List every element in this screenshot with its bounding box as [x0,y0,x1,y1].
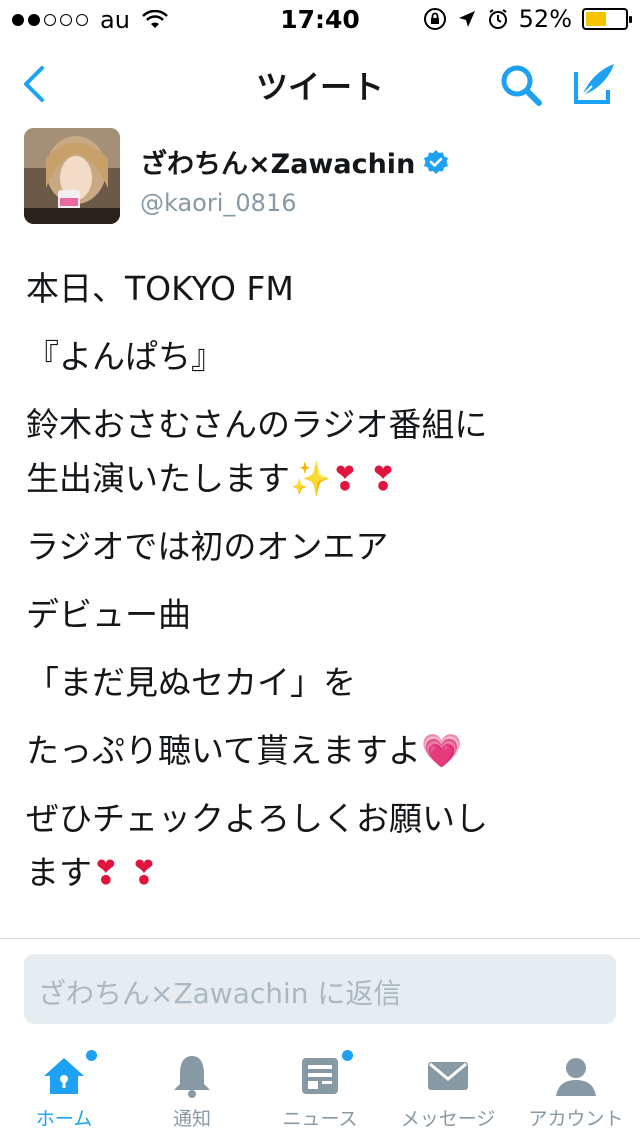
sparkles-emoji-icon: ✨ [290,459,332,498]
author-name-row: ざわちん×Zawachin [140,142,449,181]
tweet-line: 『よんぱち』 [26,337,224,376]
tab-label: アカウント [528,1108,624,1130]
location-arrow-icon [458,11,475,27]
status-right: 52% [423,5,632,33]
tweet-detail-screen: au 17:40 52% ツイート ざわちん×Zawachin @kaori_0… [0,0,640,1136]
avatar[interactable] [24,128,120,224]
heart-exclamation-emoji-icon: ❣ [331,459,359,498]
heart-exclamation-emoji-icon: ❣ [92,853,120,892]
tab-messages[interactable]: メッセージ [384,1036,512,1136]
bell-icon [174,1056,210,1098]
tweet-line: ラジオでは初のオンエア [26,527,389,566]
author-name[interactable]: ざわちん×Zawachin [140,142,415,181]
navigation-bar: ツイート [0,40,640,128]
tab-label: ニュース [282,1108,358,1130]
heart-exclamation-emoji-icon: ❣ [369,459,397,498]
tab-badge-dot [342,1050,353,1061]
page-title: ツイート [255,68,384,106]
battery-icon [582,8,632,30]
growing-heart-emoji-icon: 💗 [421,731,463,770]
author-info: ざわちん×Zawachin @kaori_0816 [140,142,449,217]
tweet-author-header[interactable]: ざわちん×Zawachin @kaori_0816 [24,128,616,228]
battery-percent: 52% [518,5,572,33]
reply-input[interactable]: ざわちん×Zawachin に返信 [24,954,616,1024]
tweet-line-text: たっぷり聴いて貰えますよ [26,731,422,770]
tweet-line: ぜひチェックよろしくお願いし [26,799,488,838]
tweet-line: デビュー曲 [26,595,191,634]
tweet-text: 本日、TOKYO FM 『よんぱち』 鈴木おさむさんのラジオ番組に 生出演いたし… [26,262,614,900]
tab-label: メッセージ [400,1108,496,1130]
tab-notifications[interactable]: 通知 [128,1036,256,1136]
tab-label: 通知 [172,1108,211,1130]
tweet-line: たっぷり聴いて貰えますよ💗 [26,724,614,778]
envelope-icon [428,1062,468,1090]
tweet-line-text: 生出演いたします [26,459,290,498]
tweet-line: 「まだ見ぬセカイ」を [26,663,356,702]
rotation-lock-icon [423,8,446,30]
divider [0,938,640,939]
home-icon [44,1058,84,1094]
news-icon [302,1058,338,1094]
verified-badge-icon [424,149,449,174]
tab-account[interactable]: アカウント [512,1036,640,1136]
tweet-line-text: ます [26,853,92,892]
compose-tweet-icon[interactable] [570,60,618,108]
tab-bar: ホーム 通知 ニュース メッセージ アカウント [0,1036,640,1136]
tab-news[interactable]: ニュース [256,1036,384,1136]
alarm-clock-icon [488,9,507,29]
tab-home[interactable]: ホーム [0,1036,128,1136]
avatar-photo [24,128,120,224]
search-icon[interactable] [498,62,544,108]
tweet-line: 本日、TOKYO FM [26,269,294,308]
person-icon [556,1058,596,1096]
heart-exclamation-emoji-icon: ❣ [130,853,158,892]
tab-badge-dot [86,1050,97,1061]
tweet-line: 生出演いたします✨❣ ❣ [26,452,614,506]
battery-level [586,12,606,26]
tab-label: ホーム [35,1108,93,1130]
tweet-line: ます❣ ❣ [26,846,614,900]
status-bar: au 17:40 52% [0,0,640,40]
tweet-line: 鈴木おさむさんのラジオ番組に [26,405,488,444]
author-handle[interactable]: @kaori_0816 [140,189,449,217]
